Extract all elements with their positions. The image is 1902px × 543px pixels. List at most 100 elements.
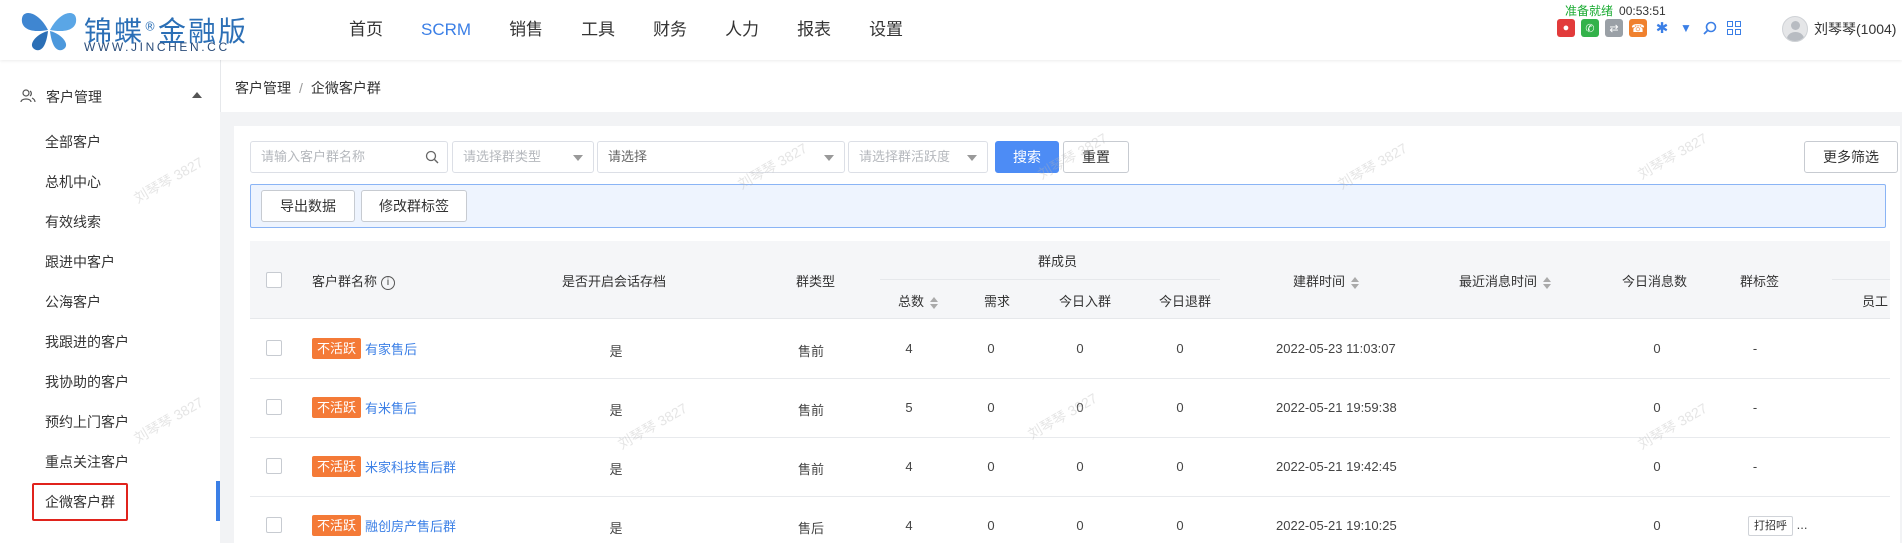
row-checkbox[interactable] <box>266 458 282 474</box>
row-checkbox[interactable] <box>266 399 282 415</box>
grid-icon[interactable] <box>1725 19 1743 37</box>
watermark: 刘琴琴 3827 <box>1635 129 1710 183</box>
chevron-down-icon <box>967 155 977 161</box>
search-button[interactable]: 搜索 <box>995 141 1059 173</box>
logo[interactable]: 锦蝶®金融版 WWW.JINCHEN.CC <box>18 6 258 54</box>
sidebar-item-public-pool[interactable]: 公海客户 <box>45 292 101 312</box>
content-card: 请输入客户群名称 请选择群类型 请选择 请选择群活跃度 搜索 重置 更多筛选 导… <box>234 126 1900 543</box>
col-last-message[interactable]: 最近消息时间 <box>1459 271 1552 290</box>
group-name-search-input[interactable]: 请输入客户群名称 <box>250 141 448 173</box>
sidebar-group-customer-management[interactable]: 客户管理 <box>0 76 220 116</box>
tag-chip[interactable]: 打招呼 <box>1748 516 1793 536</box>
breadcrumb-parent[interactable]: 客户管理 <box>235 80 291 96</box>
gear-icon[interactable]: ✱ <box>1653 19 1671 37</box>
status-text: 准备就绪 <box>1565 4 1614 18</box>
generic-select[interactable]: 请选择 <box>597 141 845 173</box>
table-row[interactable]: 不活跃 有家售后 是 售前 4 0 0 0 2022-05-23 11:03:07… <box>250 320 1890 379</box>
col-created-time[interactable]: 建群时间 <box>1293 271 1360 290</box>
breadcrumb: 客户管理 / 企微客户群 <box>235 78 381 98</box>
watermark: 刘琴琴 3827 <box>131 153 206 207</box>
edit-group-tag-button[interactable]: 修改群标签 <box>361 190 467 222</box>
sidebar: 客户管理 全部客户 总机中心 有效线索 跟进中客户 公海客户 我跟进的客户 我协… <box>0 60 220 543</box>
nav-finance[interactable]: 财务 <box>634 0 706 60</box>
nav-tools[interactable]: 工具 <box>562 0 634 60</box>
chevron-down-icon[interactable]: ▼ <box>1677 19 1695 37</box>
joined-cell: 0 <box>1076 518 1084 533</box>
header-divider <box>1832 279 1890 280</box>
nav-scrm[interactable]: SCRM <box>402 0 490 60</box>
total-cell: 4 <box>905 341 913 356</box>
today-messages-cell: 0 <box>1653 400 1661 415</box>
left-cell: 0 <box>1176 341 1184 356</box>
breadcrumb-current: 企微客户群 <box>310 80 381 96</box>
hangup-icon[interactable]: ☎ <box>1629 19 1647 37</box>
sidebar-item-switchboard[interactable]: 总机中心 <box>45 172 101 192</box>
table-header: 客户群名称 i 是否开启会话存档 群类型 群成员 总数 需求 今日入群 今日退群 … <box>250 241 1890 319</box>
users-icon <box>20 89 36 103</box>
user-menu[interactable]: 刘琴琴(1004) <box>1782 16 1896 42</box>
demand-cell: 0 <box>987 341 995 356</box>
export-data-button[interactable]: 导出数据 <box>261 190 355 222</box>
status-badge: 不活跃 <box>312 397 362 418</box>
sidebar-item-all-customers[interactable]: 全部客户 <box>45 132 101 152</box>
breadcrumb-bar: 客户管理 / 企微客户群 <box>220 60 1902 112</box>
sort-icon <box>930 296 939 309</box>
today-messages-cell: 0 <box>1653 459 1661 474</box>
status-badge: 不活跃 <box>312 338 362 359</box>
today-messages-cell: 0 <box>1653 518 1661 533</box>
table-row[interactable]: 不活跃 有米售后 是 售前 5 0 0 0 2022-05-21 19:59:38… <box>250 379 1890 438</box>
avatar <box>1782 16 1808 42</box>
group-name-link[interactable]: 融创房产售后群 <box>365 519 456 534</box>
group-activity-select[interactable]: 请选择群活跃度 <box>848 141 988 173</box>
sidebar-item-my-assisting[interactable]: 我协助的客户 <box>45 372 129 392</box>
group-name-link[interactable]: 有家售后 <box>365 342 417 357</box>
group-name-cell: 不活跃 融创房产售后群 <box>312 515 456 536</box>
col-members: 群成员 <box>1038 254 1078 269</box>
total-cell: 4 <box>905 459 913 474</box>
more-filters-button[interactable]: 更多筛选 <box>1804 141 1898 173</box>
nav-hr[interactable]: 人力 <box>706 0 778 60</box>
table-row[interactable]: 不活跃 融创房产售后群 是 售后 4 0 0 0 2022-05-21 19:10… <box>250 497 1890 543</box>
status-timer: 00:53:51 <box>1619 4 1666 18</box>
col-today-messages: 今日消息数 <box>1622 274 1688 289</box>
reset-button[interactable]: 重置 <box>1063 141 1129 173</box>
chevron-down-icon <box>824 155 834 161</box>
select-placeholder: 请选择 <box>608 149 648 164</box>
sidebar-item-following[interactable]: 跟进中客户 <box>45 252 115 272</box>
group-type-select[interactable]: 请选择群类型 <box>452 141 594 173</box>
total-cell: 5 <box>905 400 913 415</box>
joined-cell: 0 <box>1076 459 1084 474</box>
phone-answer-icon[interactable]: ✆ <box>1581 19 1599 37</box>
table-row[interactable]: 不活跃 米家科技售后群 是 售前 4 0 0 0 2022-05-21 19:42… <box>250 438 1890 497</box>
watermark: 刘琴琴 3827 <box>131 393 206 447</box>
transfer-icon[interactable]: ⇄ <box>1605 19 1623 37</box>
group-name-link[interactable]: 米家科技售后群 <box>365 460 456 475</box>
sidebar-item-valid-leads[interactable]: 有效线索 <box>45 212 101 232</box>
search-icon[interactable] <box>1701 19 1719 37</box>
nav-home[interactable]: 首页 <box>330 0 402 60</box>
user-name: 刘琴琴(1004) <box>1814 21 1897 37</box>
select-all-checkbox[interactable] <box>266 272 282 288</box>
nav-settings[interactable]: 设置 <box>850 0 922 60</box>
col-name: 客户群名称 i <box>312 271 396 290</box>
group-name-link[interactable]: 有米售后 <box>365 401 417 416</box>
bulk-action-bar: 导出数据 修改群标签 <box>250 184 1886 228</box>
tags-more[interactable]: ... <box>1797 517 1808 532</box>
group-name-cell: 不活跃 有家售后 <box>312 338 417 359</box>
type-cell: 售前 <box>797 403 824 418</box>
phone-toolbar: ● ✆ ⇄ ☎ ✱ ▼ <box>1557 19 1743 37</box>
info-icon[interactable]: i <box>381 275 396 290</box>
joined-cell: 0 <box>1076 341 1084 356</box>
select-placeholder: 请选择群活跃度 <box>859 149 951 164</box>
nav-reports[interactable]: 报表 <box>778 0 850 60</box>
sidebar-item-key-customers[interactable]: 重点关注客户 <box>45 452 129 472</box>
col-total[interactable]: 总数 <box>898 291 939 310</box>
sidebar-item-my-following[interactable]: 我跟进的客户 <box>45 332 129 352</box>
sidebar-item-appointments[interactable]: 预约上门客户 <box>45 412 129 432</box>
row-checkbox[interactable] <box>266 517 282 533</box>
chevron-down-icon <box>573 155 583 161</box>
demand-cell: 0 <box>987 459 995 474</box>
nav-sales[interactable]: 销售 <box>490 0 562 60</box>
row-checkbox[interactable] <box>266 340 282 356</box>
record-icon[interactable]: ● <box>1557 19 1575 37</box>
